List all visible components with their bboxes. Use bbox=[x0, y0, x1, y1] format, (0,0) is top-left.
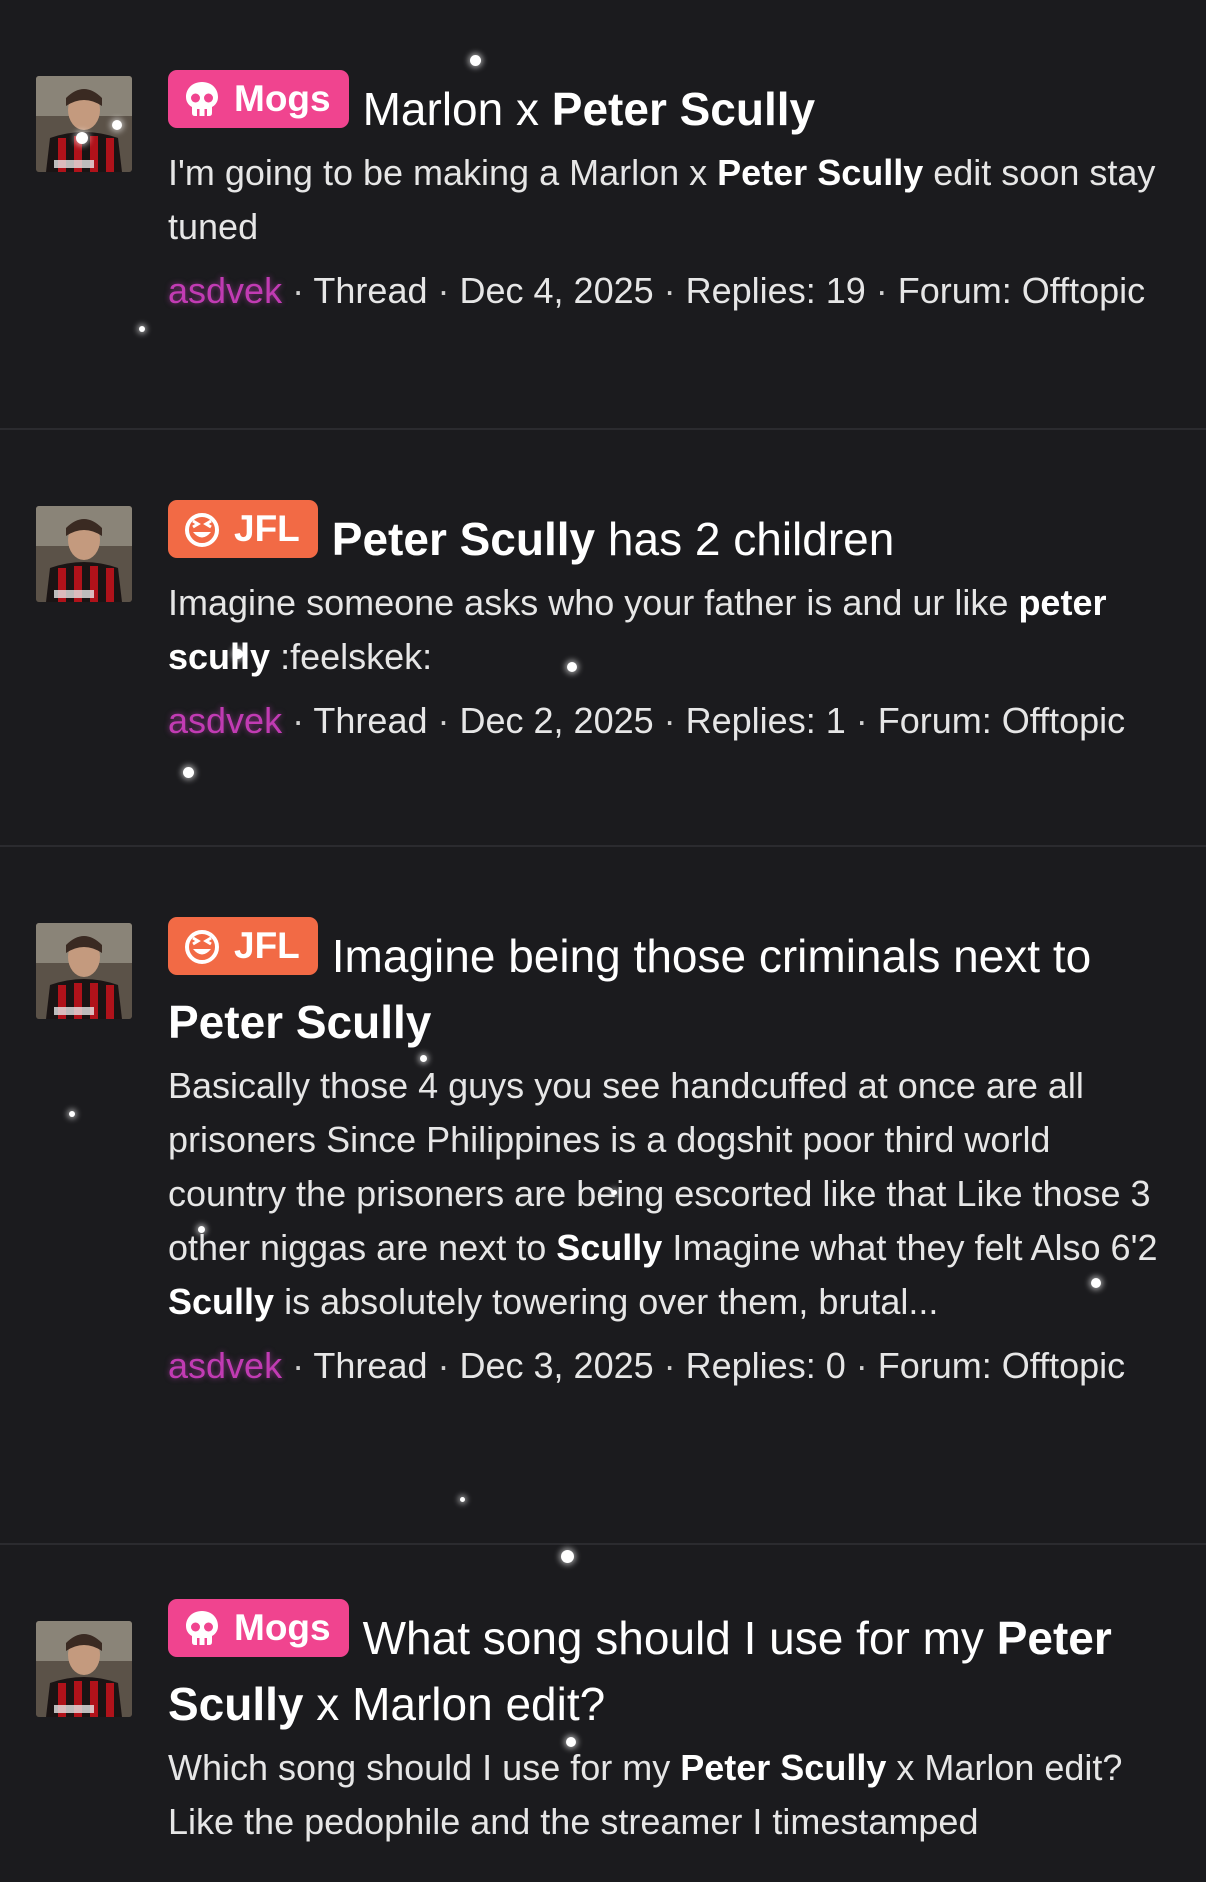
skull-icon bbox=[186, 1611, 218, 1645]
thread-snippet: Imagine someone asks who your father is … bbox=[168, 576, 1176, 684]
reply-count: Replies: 1 bbox=[685, 700, 846, 741]
separator: · bbox=[282, 1345, 314, 1386]
separator: · bbox=[845, 700, 878, 741]
search-result: Mogs Marlon x Peter Scully I'm going to b… bbox=[0, 0, 1206, 430]
forum-link[interactable]: Forum: Offtopic bbox=[898, 270, 1145, 311]
laughing-face-icon bbox=[185, 513, 219, 547]
snow-particle bbox=[139, 326, 145, 332]
search-result: JFL Imagine being those criminals next to… bbox=[0, 847, 1206, 1545]
separator: · bbox=[282, 700, 314, 741]
title-text: x Marlon edit? bbox=[303, 1678, 606, 1730]
snippet-highlight: Peter Scully bbox=[717, 152, 924, 193]
prefix-badge-jfl[interactable]: JFL bbox=[168, 917, 318, 975]
prefix-label: JFL bbox=[234, 925, 300, 966]
snippet-highlight: Scully bbox=[168, 1281, 275, 1322]
avatar[interactable] bbox=[36, 923, 132, 1019]
title-highlight: Peter Scully bbox=[551, 83, 816, 135]
thread-title[interactable]: Mogs What song should I use for my Peter … bbox=[168, 1599, 1176, 1737]
prefix-label: Mogs bbox=[234, 1607, 331, 1648]
title-highlight: Peter Scully bbox=[331, 513, 596, 565]
author-link[interactable]: asdvek bbox=[168, 1345, 282, 1386]
post-date: Dec 4, 2025 bbox=[459, 270, 654, 311]
prefix-badge-mogs[interactable]: Mogs bbox=[168, 70, 349, 128]
snippet-highlight: Scully bbox=[556, 1227, 663, 1268]
thread-title[interactable]: JFL Peter Scully has 2 children bbox=[168, 500, 1176, 572]
thread-meta: asdvek · Thread · Dec 3, 2025 · Replies:… bbox=[168, 1339, 1176, 1393]
snow-particle bbox=[112, 120, 122, 130]
content-type: Thread bbox=[313, 270, 428, 311]
prefix-label: Mogs bbox=[234, 78, 331, 119]
forum-link[interactable]: Forum: Offtopic bbox=[878, 700, 1125, 741]
content-type: Thread bbox=[313, 1345, 428, 1386]
snow-particle bbox=[470, 55, 481, 66]
separator: · bbox=[865, 270, 898, 311]
prefix-badge-mogs[interactable]: Mogs bbox=[168, 1599, 349, 1657]
reply-count: Replies: 0 bbox=[685, 1345, 846, 1386]
separator: · bbox=[427, 700, 460, 741]
snow-particle bbox=[233, 649, 243, 659]
prefix-badge-jfl[interactable]: JFL bbox=[168, 500, 318, 558]
thread-snippet: Basically those 4 guys you see handcuffe… bbox=[168, 1059, 1176, 1329]
snippet-text: is absolutely towering over them, brutal… bbox=[274, 1281, 939, 1322]
snow-particle bbox=[561, 1550, 574, 1563]
thread-title[interactable]: JFL Imagine being those criminals next to… bbox=[168, 917, 1176, 1055]
snow-particle bbox=[460, 1497, 465, 1502]
skull-icon bbox=[186, 82, 218, 116]
separator: · bbox=[653, 270, 686, 311]
title-text: Marlon x bbox=[362, 83, 552, 135]
avatar[interactable] bbox=[36, 1621, 132, 1717]
title-text: Imagine being those criminals next to bbox=[331, 930, 1092, 982]
snippet-text: Imagine someone asks who your father is … bbox=[168, 582, 1019, 623]
snippet-text: :feelskek: bbox=[270, 636, 433, 677]
thread-meta: asdvek · Thread · Dec 2, 2025 · Replies:… bbox=[168, 694, 1176, 748]
snippet-text: I'm going to be making a Marlon x bbox=[168, 152, 718, 193]
snow-particle bbox=[567, 662, 577, 672]
avatar[interactable] bbox=[36, 506, 132, 602]
post-date: Dec 3, 2025 bbox=[459, 1345, 654, 1386]
separator: · bbox=[427, 270, 460, 311]
title-text: has 2 children bbox=[595, 513, 895, 565]
search-results-list: Mogs Marlon x Peter Scully I'm going to b… bbox=[0, 0, 1206, 1861]
thread-snippet: Which song should I use for my Peter Scu… bbox=[168, 1741, 1176, 1849]
title-highlight: Peter Scully bbox=[168, 996, 432, 1048]
snow-particle bbox=[198, 1226, 205, 1233]
search-result: JFL Peter Scully has 2 children Imagine s… bbox=[0, 430, 1206, 847]
search-result: Mogs What song should I use for my Peter … bbox=[0, 1545, 1206, 1861]
separator: · bbox=[653, 1345, 686, 1386]
snow-particle bbox=[69, 1111, 75, 1117]
post-date: Dec 2, 2025 bbox=[459, 700, 654, 741]
author-link[interactable]: asdvek bbox=[168, 270, 282, 311]
snow-particle bbox=[566, 1737, 576, 1747]
snow-particle bbox=[1091, 1278, 1101, 1288]
author-link[interactable]: asdvek bbox=[168, 700, 282, 741]
separator: · bbox=[427, 1345, 460, 1386]
thread-title[interactable]: Mogs Marlon x Peter Scully bbox=[168, 70, 1176, 142]
laughing-face-icon bbox=[185, 930, 219, 964]
content-type: Thread bbox=[313, 700, 428, 741]
prefix-label: JFL bbox=[234, 508, 300, 549]
separator: · bbox=[282, 270, 314, 311]
snippet-text: Imagine what they felt Also 6'2 bbox=[662, 1227, 1158, 1268]
snippet-highlight: Peter Scully bbox=[680, 1747, 887, 1788]
snow-particle bbox=[420, 1055, 427, 1062]
thread-snippet: I'm going to be making a Marlon x Peter … bbox=[168, 146, 1176, 254]
snow-particle bbox=[183, 767, 194, 778]
separator: · bbox=[653, 700, 686, 741]
forum-link[interactable]: Forum: Offtopic bbox=[878, 1345, 1125, 1386]
reply-count: Replies: 19 bbox=[685, 270, 866, 311]
separator: · bbox=[845, 1345, 878, 1386]
snow-particle bbox=[612, 1190, 617, 1195]
snippet-text: Which song should I use for my bbox=[168, 1747, 681, 1788]
title-text: What song should I use for my bbox=[362, 1612, 997, 1664]
thread-meta: asdvek · Thread · Dec 4, 2025 · Replies:… bbox=[168, 264, 1176, 318]
snow-particle bbox=[76, 132, 88, 144]
